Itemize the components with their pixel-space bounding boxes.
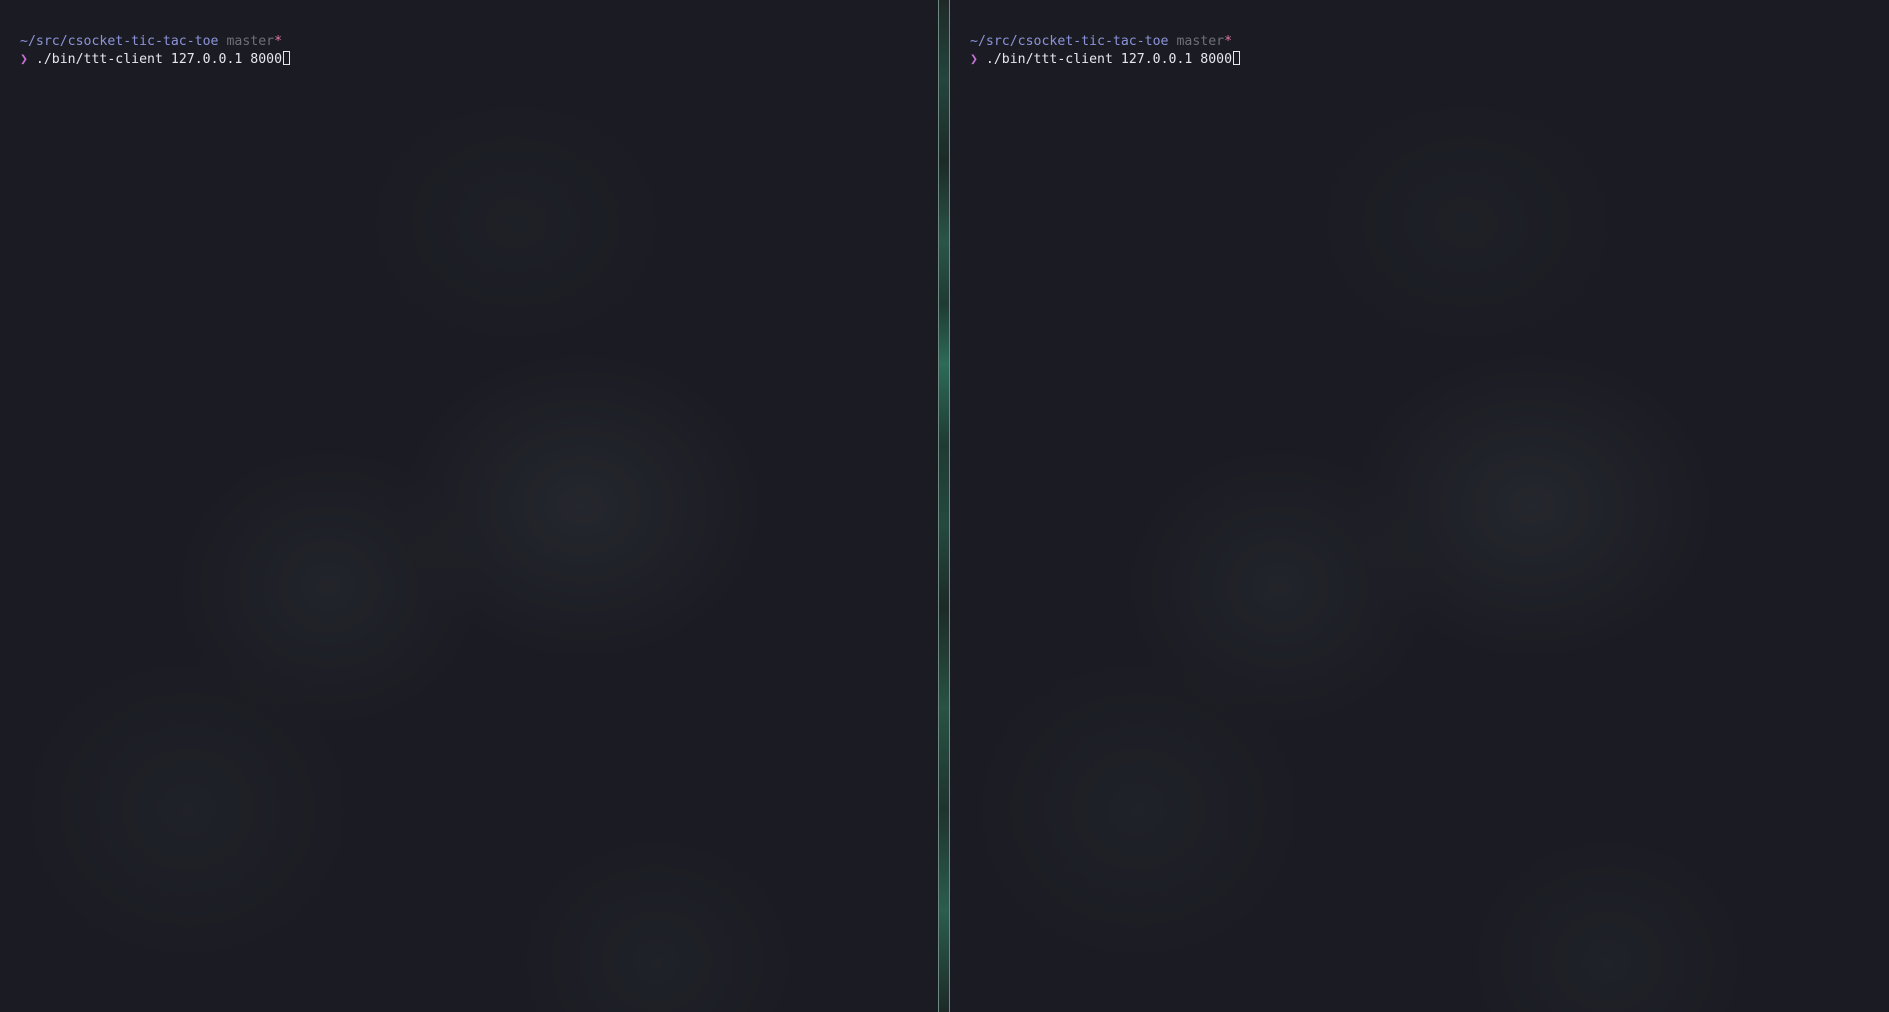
prompt-chevron-icon: ❯ [20, 51, 28, 67]
git-branch: master [226, 34, 275, 49]
prompt-path: ~/src/csocket-tic-tac-toe [970, 34, 1169, 49]
cursor-block [1233, 50, 1241, 65]
desktop: ~/src/csocket-tic-tac-toe master* ❯ ./bi… [0, 0, 1889, 1012]
terminal-pane-right[interactable]: ~/src/csocket-tic-tac-toe master* ❯ ./bi… [950, 0, 1889, 1012]
command-input[interactable]: ./bin/ttt-client 127.0.0.1 8000 [36, 52, 282, 67]
git-dirty-marker: * [274, 34, 283, 49]
command-line[interactable]: ❯ ./bin/ttt-client 127.0.0.1 8000 [970, 50, 1889, 68]
prompt-line: ~/src/csocket-tic-tac-toe master* [20, 34, 938, 51]
prompt-path: ~/src/csocket-tic-tac-toe [20, 34, 219, 49]
prompt-chevron-icon: ❯ [970, 51, 978, 67]
git-branch: master [1176, 34, 1225, 49]
prompt-line: ~/src/csocket-tic-tac-toe master* [970, 34, 1889, 51]
cursor-block [283, 50, 291, 65]
git-dirty-marker: * [1224, 34, 1233, 49]
command-line[interactable]: ❯ ./bin/ttt-client 127.0.0.1 8000 [20, 50, 938, 68]
pane-divider[interactable] [938, 0, 950, 1012]
command-input[interactable]: ./bin/ttt-client 127.0.0.1 8000 [986, 52, 1232, 67]
terminal-pane-left[interactable]: ~/src/csocket-tic-tac-toe master* ❯ ./bi… [0, 0, 938, 1012]
